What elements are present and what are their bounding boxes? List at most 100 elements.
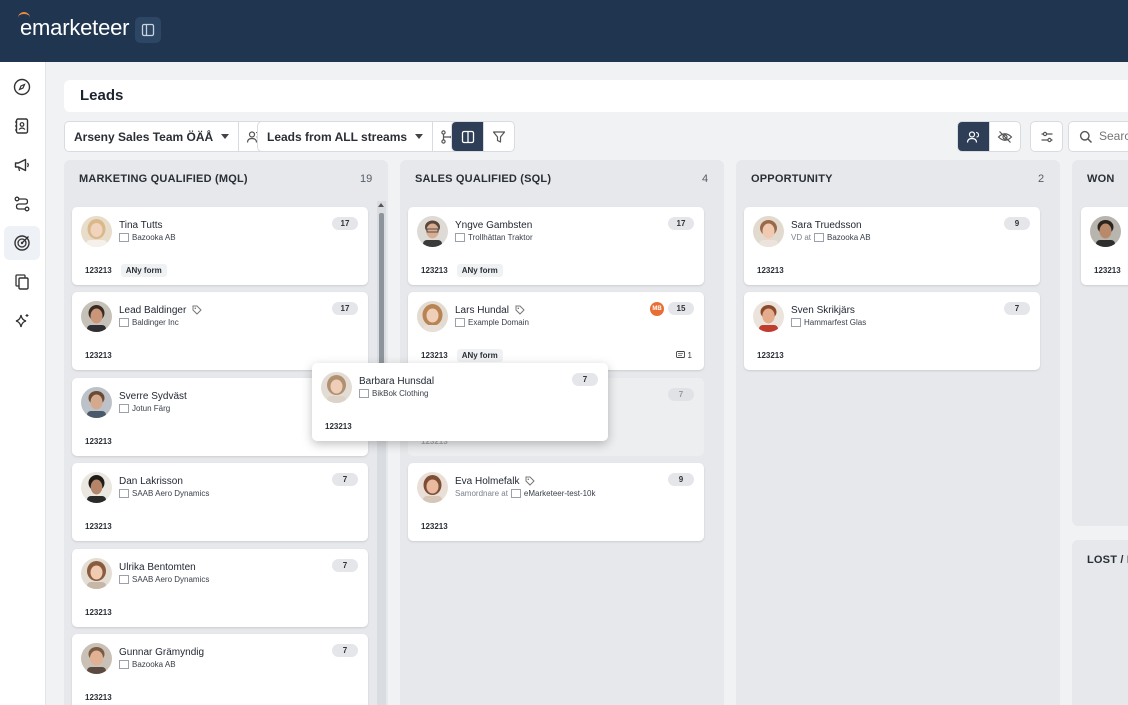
nav-contacts[interactable] bbox=[4, 109, 40, 143]
view-options-group bbox=[451, 121, 515, 152]
lead-card[interactable]: Gunnar Grämyndig Bazooka AB 7 123213 bbox=[72, 634, 368, 705]
lead-score-badge: 7 bbox=[668, 388, 694, 401]
lead-score-badge: 15 bbox=[668, 302, 694, 315]
avatar bbox=[417, 301, 448, 332]
emarketeer-logo[interactable]: emarketeer bbox=[18, 12, 129, 40]
company-icon bbox=[119, 318, 129, 327]
lead-score-badge: 7 bbox=[572, 373, 598, 386]
lead-score-badge: 9 bbox=[668, 473, 694, 486]
scroll-up-icon bbox=[378, 203, 384, 207]
lead-card[interactable]: Sara Truedsson VD at Bazooka AB 9 123213 bbox=[744, 207, 1040, 285]
company-icon bbox=[455, 318, 465, 327]
lead-company: Bazooka AB bbox=[119, 233, 176, 242]
lead-chips: 123213 ANy form bbox=[80, 264, 167, 277]
comments-count[interactable]: 1 bbox=[675, 351, 692, 360]
page-header: Leads bbox=[64, 80, 1128, 112]
nav-dashboard[interactable] bbox=[4, 70, 40, 104]
lead-company: Trollhättan Traktor bbox=[455, 233, 533, 242]
lead-chips: 123213 bbox=[325, 422, 352, 431]
stream-filter-group: Leads from ALL streams bbox=[257, 121, 465, 152]
column-scrollbar[interactable] bbox=[377, 201, 386, 705]
company-icon bbox=[119, 404, 129, 413]
stream-select[interactable]: Leads from ALL streams bbox=[258, 122, 432, 151]
lead-score-badge: 7 bbox=[332, 473, 358, 486]
lead-chips: 123213 bbox=[757, 266, 784, 275]
lead-company: Samordnare at eMarketeer-test-10k bbox=[455, 489, 596, 498]
lead-card[interactable]: 123213 bbox=[1081, 207, 1128, 285]
column-count: 19 bbox=[360, 173, 373, 185]
lead-chips: 123213 ANy form bbox=[416, 349, 503, 362]
avatar bbox=[417, 472, 448, 503]
dragging-lead-card[interactable]: Barbara Hunsdal BikBok Clothing 7 123213 bbox=[312, 363, 608, 441]
lead-company: SAAB Aero Dynamics bbox=[119, 489, 209, 498]
company-icon bbox=[119, 489, 129, 498]
avatar bbox=[81, 643, 112, 674]
lead-card[interactable]: Dan Lakrisson SAAB Aero Dynamics 7 12321… bbox=[72, 463, 368, 541]
lead-card[interactable]: Sven Skrikjärs Hammarfest Glas 7 123213 bbox=[744, 292, 1040, 370]
sliders-icon bbox=[1041, 131, 1052, 142]
side-nav bbox=[0, 62, 46, 705]
company-icon bbox=[814, 233, 825, 242]
tag-icon bbox=[192, 305, 202, 316]
sidebar-toggle-button[interactable] bbox=[135, 17, 161, 43]
column-count: 2 bbox=[1038, 173, 1045, 185]
lead-card[interactable]: Eva Holmefalk Samordnare at eMarketeer-te… bbox=[408, 463, 704, 541]
filter-icon bbox=[492, 130, 506, 143]
lead-card[interactable]: Lars Hundal Example Domain MB 15 123213 A… bbox=[408, 292, 704, 370]
route-icon bbox=[14, 196, 30, 212]
hide-button[interactable] bbox=[989, 122, 1020, 151]
company-icon bbox=[791, 318, 801, 327]
lead-name: Sven Skrikjärs bbox=[791, 305, 855, 316]
lead-name: Yngve Gambsten bbox=[455, 220, 533, 231]
visibility-group bbox=[957, 121, 1021, 152]
lead-card[interactable]: Tina Tutts Bazooka AB 17 123213 ANy form bbox=[72, 207, 368, 285]
lead-name: Tina Tutts bbox=[119, 220, 163, 231]
lead-card[interactable]: Yngve Gambsten Trollhättan Traktor 17 12… bbox=[408, 207, 704, 285]
avatar bbox=[753, 216, 784, 247]
lead-card[interactable]: Lead Baldinger Baldinger Inc 17 123213 bbox=[72, 292, 368, 370]
team-filter-group: Arseny Sales Team ÖÄÅ bbox=[64, 121, 271, 152]
nav-campaigns[interactable] bbox=[4, 148, 40, 182]
page-title: Leads bbox=[80, 87, 124, 104]
columns-icon bbox=[461, 130, 474, 143]
settings-group bbox=[1030, 121, 1063, 152]
address-book-icon bbox=[15, 118, 29, 134]
lead-company: Jotun Färg bbox=[119, 404, 170, 413]
lead-company: SAAB Aero Dynamics bbox=[119, 575, 209, 584]
scrollbar-thumb[interactable] bbox=[379, 213, 384, 373]
nav-ai[interactable] bbox=[4, 304, 40, 338]
nav-leads[interactable] bbox=[4, 226, 40, 260]
company-icon bbox=[359, 389, 369, 398]
person-icon bbox=[966, 130, 979, 143]
lead-name: Barbara Hunsdal bbox=[359, 376, 435, 387]
nav-flows[interactable] bbox=[4, 187, 40, 221]
lead-name: Lars Hundal bbox=[455, 305, 525, 316]
board-view-button[interactable] bbox=[452, 122, 483, 151]
column-title: SALES QUALIFIED (SQL) bbox=[415, 173, 552, 185]
board-settings-button[interactable] bbox=[1031, 122, 1062, 151]
lead-company: Baldinger Inc bbox=[119, 318, 179, 327]
lead-chips: 123213 bbox=[85, 437, 112, 446]
avatar bbox=[1090, 216, 1121, 247]
lead-company: Example Domain bbox=[455, 318, 529, 327]
search-input[interactable] bbox=[1099, 129, 1128, 143]
search-icon bbox=[1079, 130, 1093, 144]
team-select[interactable]: Arseny Sales Team ÖÄÅ bbox=[65, 122, 238, 151]
target-icon bbox=[14, 235, 30, 251]
tag-icon bbox=[515, 305, 525, 316]
filter-button[interactable] bbox=[483, 122, 514, 151]
lead-name: Lead Baldinger bbox=[119, 305, 202, 316]
lead-chips: 123213 bbox=[85, 522, 112, 531]
lead-chips: 123213 bbox=[85, 351, 112, 360]
column-title: MARKETING QUALIFIED (MQL) bbox=[79, 173, 248, 185]
lead-card[interactable]: Ulrika Bentomten SAAB Aero Dynamics 7 12… bbox=[72, 549, 368, 627]
my-leads-button[interactable] bbox=[958, 122, 989, 151]
compass-icon bbox=[13, 78, 31, 96]
megaphone-icon bbox=[14, 158, 29, 172]
lead-score-badge: 9 bbox=[1004, 217, 1030, 230]
lead-chips: 123213 bbox=[421, 522, 448, 531]
nav-documents[interactable] bbox=[4, 265, 40, 299]
lead-company: VD at Bazooka AB bbox=[791, 233, 871, 242]
lead-name: Eva Holmefalk bbox=[455, 476, 536, 487]
avatar bbox=[81, 387, 112, 418]
